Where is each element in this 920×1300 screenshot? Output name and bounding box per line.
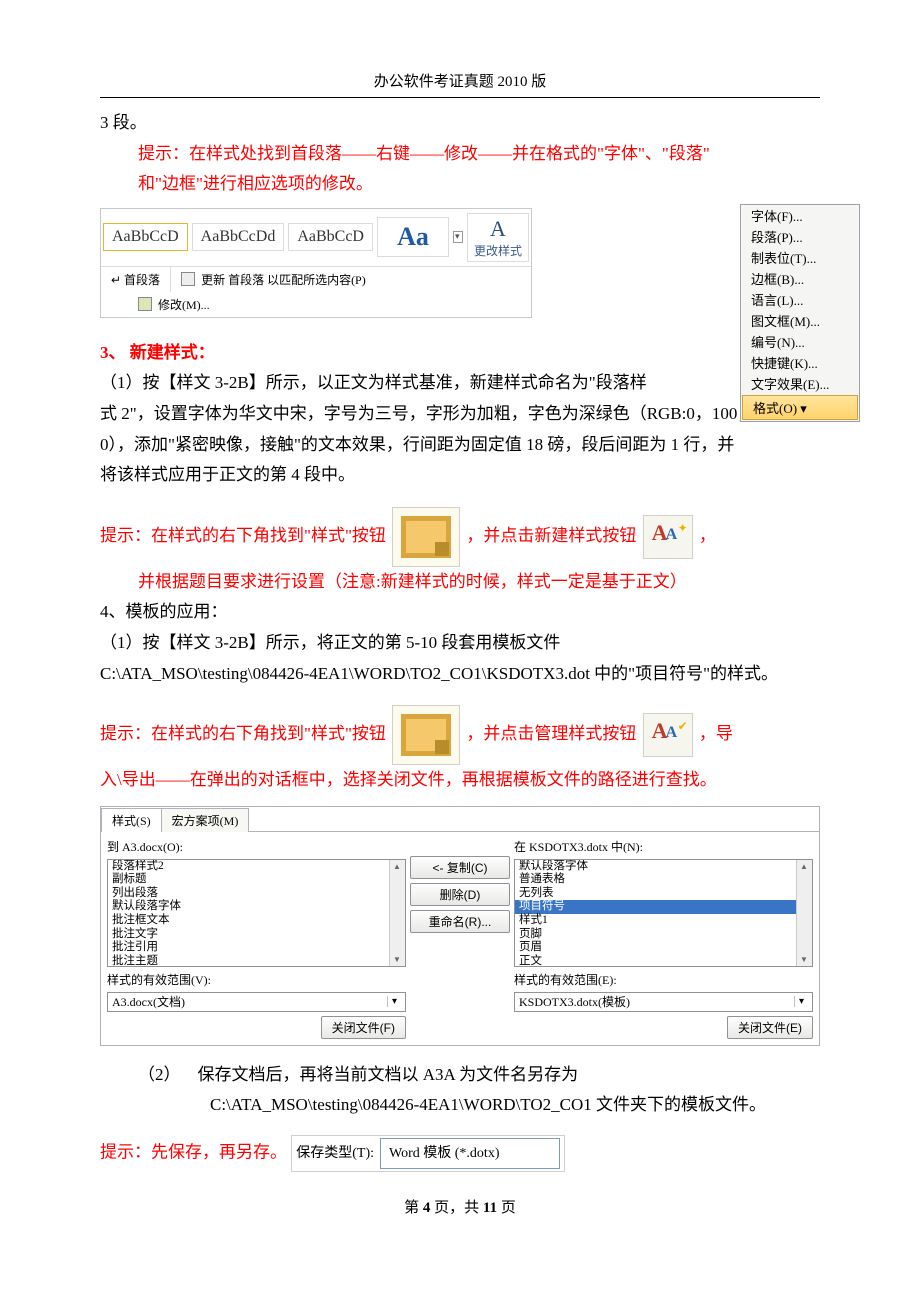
styles-launcher-icon-2[interactable]	[392, 705, 460, 765]
s3-p1: （1）按【样文 3-2B】所示，以正文为样式基准，新建样式命名为"段落样	[100, 368, 820, 399]
page-footer: 第 4 页，共 11 页	[100, 1196, 820, 1217]
s3-p4: 将该样式应用于正文的第 4 段中。	[100, 460, 820, 491]
save-type-label: 保存类型(T):	[296, 1141, 374, 1166]
manage-styles-icon[interactable]: ✔	[643, 713, 693, 757]
intro-line: 3 段。	[100, 108, 820, 139]
s4-hint-a: 提示：在样式的右下角找到"样式"按钮	[100, 724, 386, 743]
list-item[interactable]: 正文	[515, 955, 796, 967]
hint1-line1: 提示：在样式处找到首段落——右键——修改——并在格式的"字体"、"段落"	[100, 139, 820, 170]
list-item[interactable]: 段落样式2	[108, 860, 389, 874]
menu-tabs[interactable]: 制表位(T)...	[741, 247, 859, 268]
s3-p3: 0），添加"紧密映像，接触"的文本效果，行间距为固定值 18 磅，段后间距为 1…	[100, 430, 820, 461]
s4b-l1: 保存文档后，再将当前文档以 A3A 为文件名另存为	[198, 1065, 579, 1084]
close-file-right-button[interactable]: 关闭文件(E)	[727, 1016, 813, 1039]
s4b-l2: C:\ATA_MSO\testing\084426-4EA1\WORD\TO2_…	[100, 1090, 820, 1121]
list-item[interactable]: 普通表格	[515, 873, 796, 887]
tab-styles[interactable]: 样式(S)	[101, 808, 162, 832]
scrollbar[interactable]	[389, 860, 405, 966]
new-style-icon[interactable]: ✦	[643, 515, 693, 559]
hint1-line2: 和"边框"进行相应选项的修改。	[100, 169, 820, 200]
style-item-1[interactable]: AaBbCcD	[103, 223, 188, 251]
section3-title: 3、 新建样式：	[100, 338, 820, 369]
list-item-selected[interactable]: 项目符号	[515, 900, 796, 914]
s3-p2: 式 2"，设置字体为华文中宋，字号为三号，字形为加粗，字色为深绿色（RGB:0，…	[100, 399, 820, 430]
list-item[interactable]: 页眉	[515, 941, 796, 955]
scrollbar[interactable]	[796, 860, 812, 966]
org-combo-l[interactable]: A3.docx(文档)▾	[107, 992, 406, 1012]
s4-hint-b: ，并点击管理样式按钮	[466, 724, 636, 743]
s3-hint-d: 并根据题目要求进行设置（注意:新建样式的时候，样式一定是基于正文）	[100, 567, 820, 598]
org-scope-l: 样式的有效范围(V):	[107, 971, 406, 988]
s4-p1: （1）按【样文 3-2B】所示，将正文的第 5-10 段套用模板文件	[100, 628, 820, 659]
s4-hint-c: ，导	[699, 724, 733, 743]
menu-format-button[interactable]: 格式(O) ▾	[742, 395, 858, 420]
modify-icon	[138, 297, 152, 311]
update-icon	[181, 272, 195, 286]
copy-button[interactable]: <- 复制(C)	[410, 856, 510, 879]
list-item[interactable]: 无列表	[515, 887, 796, 901]
s3-hint-b: ，并点击新建样式按钮	[466, 526, 636, 545]
context-update-match[interactable]: 更新 首段落 以匹配所选内容(P)	[171, 267, 531, 292]
s4b-num: （2）	[138, 1065, 181, 1084]
styles-launcher-icon[interactable]	[392, 507, 460, 567]
style-item-2[interactable]: AaBbCcDd	[192, 223, 285, 251]
list-item[interactable]: 页脚	[515, 928, 796, 942]
menu-number[interactable]: 编号(N)...	[741, 331, 859, 352]
change-styles-button[interactable]: A 更改样式	[467, 213, 529, 262]
style-gallery[interactable]: AaBbCcD AaBbCcDd AaBbCcD Aa A 更改样式 ↵ 首段落	[100, 208, 532, 318]
gallery-footer-left[interactable]: ↵ 首段落	[101, 267, 171, 292]
style-item-3[interactable]: AaBbCcD	[288, 223, 373, 251]
gallery-expand-icon[interactable]	[453, 231, 463, 243]
format-menu[interactable]: 字体(F)... 段落(P)... 制表位(T)... 边框(B)... 语言(…	[740, 204, 860, 422]
org-right-list[interactable]: 默认段落字体 普通表格 无列表 项目符号 样式1 页脚 页眉 正文	[514, 859, 813, 967]
list-item[interactable]: 默认段落字体	[108, 900, 389, 914]
delete-button[interactable]: 删除(D)	[410, 883, 510, 906]
chevron-down-icon[interactable]: ▾	[794, 996, 808, 1007]
org-left-list[interactable]: 段落样式2 副标题 列出段落 默认段落字体 批注框文本 批注文字 批注引用 批注…	[107, 859, 406, 967]
page-header: 办公软件考证真题 2010 版	[100, 70, 820, 91]
list-item[interactable]: 批注引用	[108, 941, 389, 955]
header-rule	[100, 97, 820, 98]
s3-hint-c: ，	[699, 526, 716, 545]
s4-p2: C:\ATA_MSO\testing\084426-4EA1\WORD\TO2_…	[100, 659, 820, 690]
menu-shortcut[interactable]: 快捷键(K)...	[741, 352, 859, 373]
rename-button[interactable]: 重命名(R)...	[410, 910, 510, 933]
save-type-field[interactable]: Word 模板 (*.dotx)	[380, 1138, 560, 1169]
list-item[interactable]: 批注主题	[108, 955, 389, 967]
org-left-label: 到 A3.docx(O):	[107, 838, 406, 855]
menu-language[interactable]: 语言(L)...	[741, 289, 859, 310]
s3-hint-a: 提示：在样式的右下角找到"样式"按钮	[100, 526, 386, 545]
menu-texteffect[interactable]: 文字效果(E)...	[741, 373, 859, 394]
section4-title: 4、模板的应用：	[100, 597, 820, 628]
menu-border[interactable]: 边框(B)...	[741, 268, 859, 289]
list-item[interactable]: 列出段落	[108, 887, 389, 901]
org-scope-r: 样式的有效范围(E):	[514, 971, 813, 988]
close-file-left-button[interactable]: 关闭文件(F)	[321, 1016, 406, 1039]
menu-frame[interactable]: 图文框(M)...	[741, 310, 859, 331]
list-item[interactable]: 默认段落字体	[515, 860, 796, 874]
list-item[interactable]: 批注文字	[108, 928, 389, 942]
chevron-down-icon[interactable]: ▾	[387, 996, 401, 1007]
save-type-strip: 保存类型(T): Word 模板 (*.dotx)	[291, 1135, 565, 1172]
style-item-heading[interactable]: Aa	[377, 217, 449, 257]
context-modify[interactable]: 修改(M)...	[128, 292, 531, 317]
list-item[interactable]: 样式1	[515, 914, 796, 928]
organizer-dialog: 样式(S) 宏方案项(M) 到 A3.docx(O): 段落样式2 副标题 列出…	[100, 806, 820, 1046]
org-combo-r[interactable]: KSDOTX3.dotx(模板)▾	[514, 992, 813, 1012]
save-hint: 提示：先保存，再另存。	[100, 1142, 287, 1161]
list-item[interactable]: 副标题	[108, 873, 389, 887]
list-item[interactable]: 批注框文本	[108, 914, 389, 928]
tab-macros[interactable]: 宏方案项(M)	[161, 808, 250, 832]
menu-font[interactable]: 字体(F)...	[741, 205, 859, 226]
org-right-label: 在 KSDOTX3.dotx 中(N):	[514, 838, 813, 855]
s4-hint-d: 入\导出——在弹出的对话框中，选择关闭文件，再根据模板文件的路径进行查找。	[100, 765, 820, 796]
menu-paragraph[interactable]: 段落(P)...	[741, 226, 859, 247]
